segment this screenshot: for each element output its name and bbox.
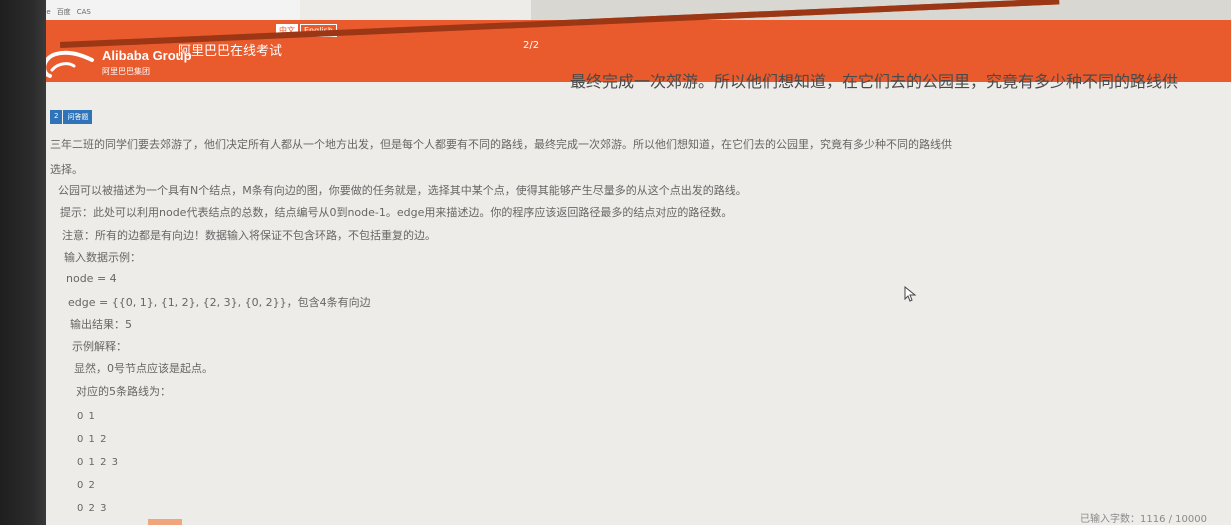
question-content: 2 问答题 最终完成一次郊游。所以他们想知道，在它们去的公园里，究竟有多少种不同… bbox=[50, 72, 1190, 520]
path-item: 0 2 bbox=[77, 480, 96, 491]
bottom-accent-tab bbox=[148, 519, 182, 525]
example-path-list: 0 1 0 1 2 0 1 2 3 0 2 0 2 3 bbox=[77, 405, 217, 520]
question-meta: 2 问答题 bbox=[50, 110, 93, 124]
path-item: 0 1 2 bbox=[77, 434, 108, 445]
question-line-5: 注意：所有的边都是有向边！数据输入将保证不包含环路，不包括重复的边。 bbox=[62, 229, 436, 242]
question-line-4: 提示：此处可以利用node代表结点的总数，结点编号从0到node-1。edge用… bbox=[60, 206, 733, 219]
question-line-8: edge = {{0, 1}, {1, 2}, {2, 3}, {0, 2}}，… bbox=[68, 296, 371, 309]
question-pager: 2/2 bbox=[520, 40, 543, 51]
question-line-3: 公园可以被描述为一个具有N个结点，M条有向边的图，你要做的任务就是，选择其中某个… bbox=[58, 184, 747, 197]
question-line-6: 输入数据示例： bbox=[64, 251, 141, 264]
question-line-7: node = 4 bbox=[66, 272, 117, 285]
path-item: 0 2 3 bbox=[77, 503, 108, 514]
question-line-2: 选择。 bbox=[50, 163, 83, 176]
character-count: 已输入字数：1116 / 10000 bbox=[1080, 514, 1207, 525]
question-number-badge: 2 bbox=[50, 110, 63, 124]
exam-title: 阿里巴巴在线考试 bbox=[178, 44, 283, 59]
question-type-badge: 问答题 bbox=[63, 110, 93, 124]
bookmark-baidu[interactable]: 百度 bbox=[57, 7, 71, 17]
question-line-10: 示例解释： bbox=[72, 340, 127, 353]
mouse-pointer-icon bbox=[904, 285, 918, 302]
question-headline-fragment: 最终完成一次郊游。所以他们想知道，在它们去的公园里，究竟有多少种不同的路线供 bbox=[570, 72, 1179, 91]
path-item: 0 1 2 3 bbox=[77, 457, 119, 468]
question-line-1: 三年二班的同学们要去郊游了，他们决定所有人都从一个地方出发，但是每个人都要有不同… bbox=[50, 138, 952, 151]
question-line-9: 输出结果：5 bbox=[70, 318, 132, 331]
path-item: 0 1 bbox=[77, 411, 96, 422]
brand-subtitle: 阿里巴巴集团 bbox=[102, 67, 150, 76]
monitor-bezel bbox=[0, 0, 46, 525]
bookmark-cas[interactable]: CAS bbox=[77, 8, 91, 16]
question-line-11: 显然，0号节点应该是起点。 bbox=[74, 362, 213, 375]
alibaba-logo bbox=[40, 48, 98, 82]
question-line-12: 对应的5条路线为： bbox=[76, 385, 171, 398]
